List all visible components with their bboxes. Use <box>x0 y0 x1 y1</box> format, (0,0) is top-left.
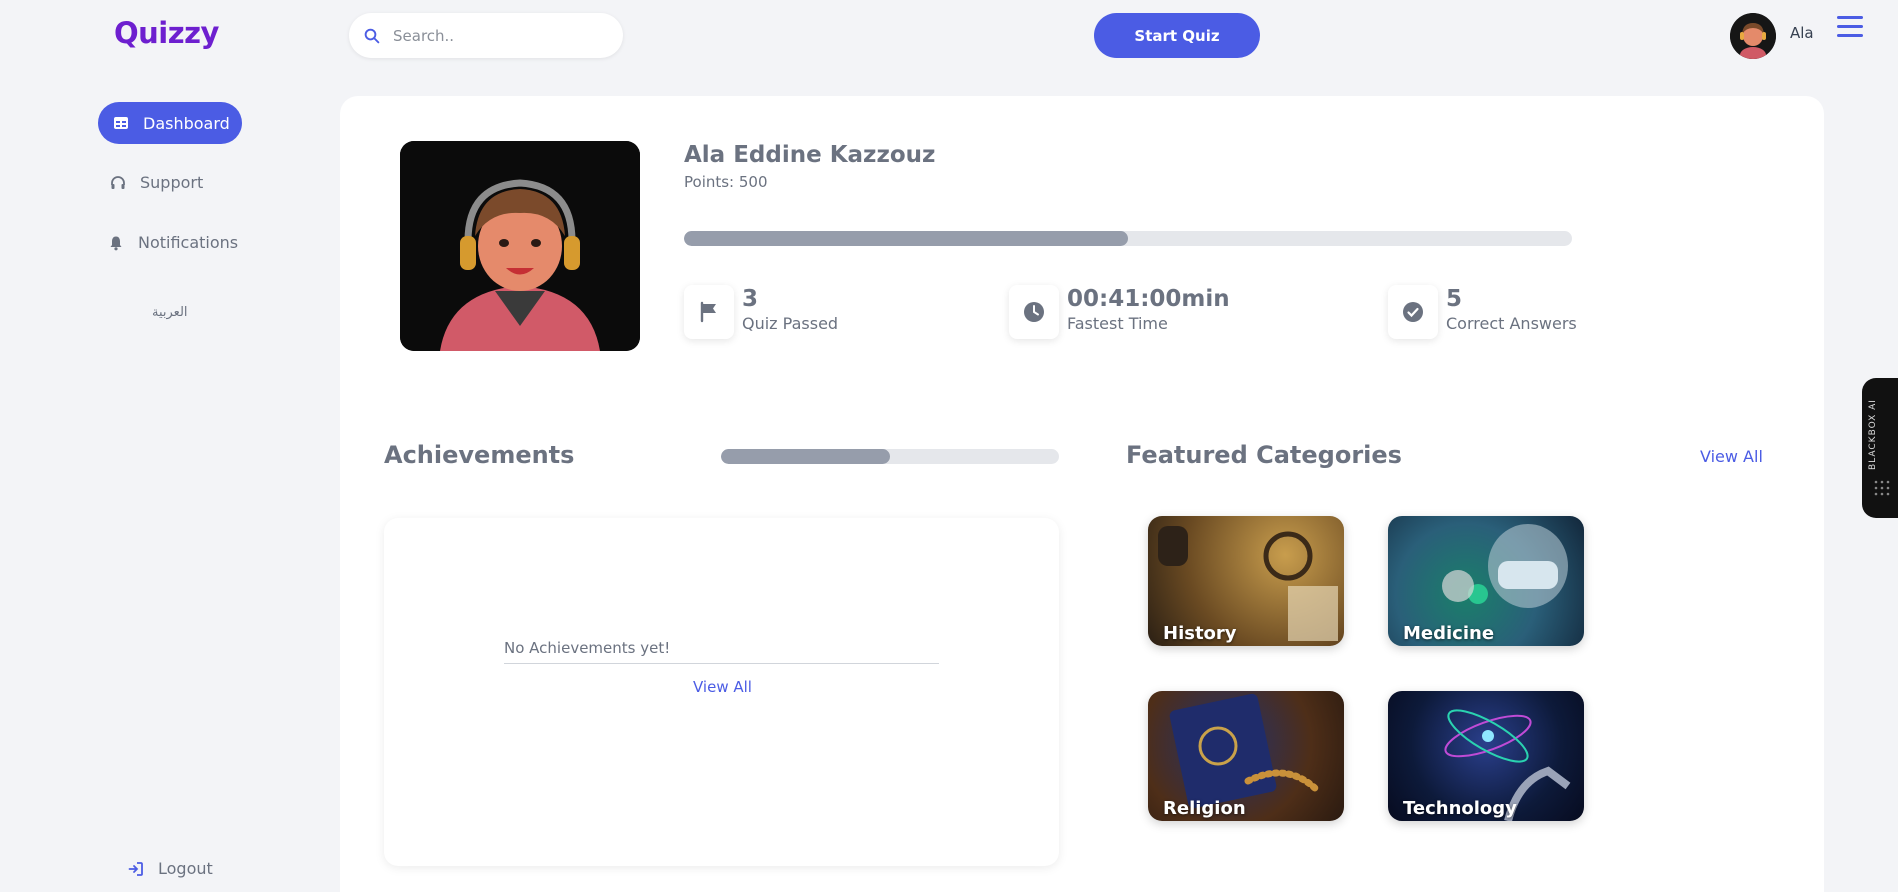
logout-button[interactable]: Logout <box>128 859 213 878</box>
category-card-technology[interactable]: Technology <box>1388 691 1584 821</box>
stat-value: 5 <box>1446 286 1463 312</box>
user-avatar[interactable] <box>1730 13 1776 59</box>
search-icon <box>364 28 380 43</box>
profile-points: Points: 500 <box>684 173 768 191</box>
sidebar-item-support[interactable]: Support <box>110 173 203 192</box>
stat-label: Fastest Time <box>1067 314 1168 333</box>
clock-icon <box>1024 302 1044 322</box>
no-achievements-text: No Achievements yet! <box>504 639 939 664</box>
stat-value: 3 <box>742 286 759 312</box>
search-bar[interactable] <box>349 13 623 58</box>
dots-logo-icon <box>1874 480 1890 496</box>
profile-avatar <box>400 141 640 351</box>
category-label: Technology <box>1403 798 1517 819</box>
categories-view-all-link[interactable]: View All <box>1700 447 1763 466</box>
stat-fastest-time: 00:41:00min Fastest Time <box>1009 285 1230 339</box>
bell-icon <box>110 236 122 250</box>
category-card-religion[interactable]: Religion <box>1148 691 1344 821</box>
blackbox-ai-widget[interactable]: BLACKBOX AI <box>1862 378 1898 518</box>
sidebar-item-label: Notifications <box>138 233 239 252</box>
stat-quiz-passed: 3 Quiz Passed <box>684 285 838 339</box>
achievements-view-all-link[interactable]: View All <box>693 678 752 696</box>
profile-progress-fill <box>684 231 1128 246</box>
app-logo[interactable]: Quizzy <box>114 16 219 50</box>
flag-icon <box>700 301 716 323</box>
user-name[interactable]: Ala <box>1790 24 1814 42</box>
logout-label: Logout <box>158 859 213 878</box>
stat-value: 00:41:00min <box>1067 286 1230 312</box>
sidebar-item-label: Dashboard <box>143 113 230 133</box>
achievements-progress-fill <box>721 449 890 464</box>
stat-correct-answers: 5 Correct Answers <box>1388 285 1577 339</box>
category-label: Religion <box>1163 798 1246 819</box>
sidebar-item-dashboard[interactable]: Dashboard <box>98 102 242 144</box>
profile-name: Ala Eddine Kazzouz <box>684 142 936 168</box>
category-label: Medicine <box>1403 623 1495 644</box>
language-switch-link[interactable]: العربية <box>152 305 188 320</box>
headphones-icon <box>111 175 125 189</box>
achievements-progress-bar <box>721 449 1059 464</box>
stat-label: Correct Answers <box>1446 314 1577 333</box>
sidebar-item-label: Support <box>140 173 204 192</box>
search-input[interactable] <box>393 26 593 45</box>
profile-progress-bar <box>684 231 1572 246</box>
check-circle-icon <box>1403 302 1423 322</box>
category-card-history[interactable]: History <box>1148 516 1344 646</box>
achievements-title: Achievements <box>384 441 575 469</box>
hamburger-menu-icon[interactable] <box>1837 16 1863 40</box>
logout-icon <box>128 861 143 876</box>
widget-label: BLACKBOX AI <box>1868 399 1878 470</box>
stat-label: Quiz Passed <box>742 314 839 333</box>
category-card-medicine[interactable]: Medicine <box>1388 516 1584 646</box>
category-label: History <box>1163 623 1237 644</box>
start-quiz-button[interactable]: Start Quiz <box>1094 13 1260 58</box>
sidebar-item-notifications[interactable]: Notifications <box>108 233 238 252</box>
dashboard-icon <box>114 117 128 129</box>
featured-categories-title: Featured Categories <box>1126 441 1402 469</box>
